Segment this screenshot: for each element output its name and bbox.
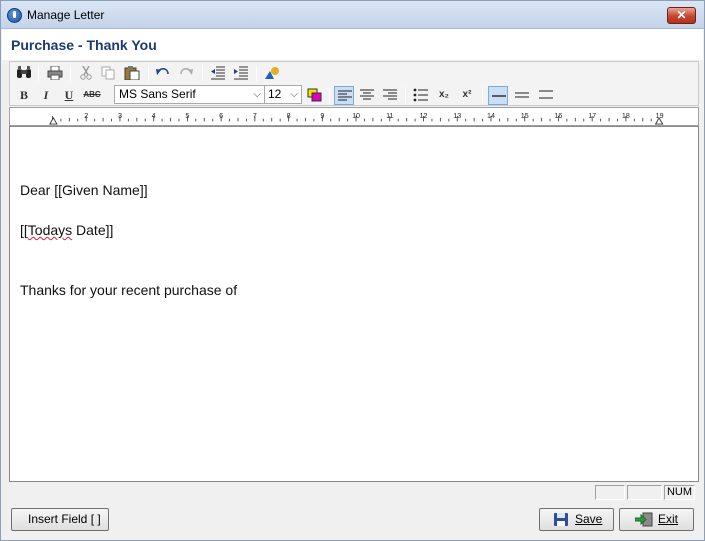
align-right-button[interactable] — [380, 86, 400, 105]
toolbar-separator — [482, 87, 483, 103]
body-line: Thanks for your recent purchase of — [20, 282, 238, 298]
ruler-number: 12 — [420, 112, 428, 120]
date-line: [[Todays Date]] — [20, 222, 113, 238]
status-bar: NUM — [9, 484, 699, 501]
num-lock-indicator: NUM — [664, 485, 695, 500]
toolbar-separator — [148, 65, 149, 81]
letter-editor[interactable]: Dear [[Given Name]] [[Todays Date]] Than… — [9, 126, 699, 482]
date-line-suffix: Date]] — [72, 222, 114, 238]
toolbar-separator — [202, 65, 203, 81]
toolbar-separator — [38, 65, 39, 81]
toolbar-separator — [405, 87, 406, 103]
ruler-number: 4 — [152, 112, 156, 120]
ruler-number: 8 — [287, 112, 291, 120]
ruler-number: 14 — [487, 112, 495, 120]
find-binoculars-icon[interactable] — [14, 64, 34, 83]
ruler-number: 17 — [588, 112, 596, 120]
decrease-indent-icon[interactable] — [208, 64, 228, 83]
insert-image-icon[interactable] — [262, 64, 282, 83]
italic-button[interactable]: I — [36, 86, 56, 105]
ruler-number: 5 — [185, 112, 189, 120]
align-center-button[interactable] — [357, 86, 377, 105]
header-area: Purchase - Thank You — [2, 29, 703, 60]
misspelled-word: Todays — [27, 222, 73, 238]
font-name-select[interactable]: MS Sans Serif ⌵ — [114, 85, 265, 104]
exit-door-icon — [634, 512, 653, 534]
ruler-number: 7 — [253, 112, 257, 120]
chevron-down-icon: ⌵ — [290, 89, 298, 100]
save-label: Save — [575, 512, 603, 526]
exit-button[interactable]: Exit — [619, 508, 694, 531]
greeting-line: Dear [[Given Name]] — [20, 182, 148, 198]
ruler-number: 13 — [453, 112, 461, 120]
insert-field-button[interactable]: Insert Field [ ] — [11, 508, 109, 531]
ruler-number: 9 — [320, 112, 324, 120]
bullet-list-icon[interactable] — [411, 86, 431, 105]
status-cell-empty-1 — [595, 485, 625, 500]
status-cell-empty-2 — [627, 485, 662, 500]
ruler-number: 15 — [521, 112, 529, 120]
exit-label: Exit — [658, 512, 679, 526]
toolbar-separator — [256, 65, 257, 81]
ruler-number: 10 — [352, 112, 360, 120]
undo-icon[interactable] — [153, 64, 173, 83]
copy-icon[interactable] — [98, 64, 118, 83]
save-button[interactable]: Save — [539, 508, 614, 531]
date-line-prefix: [[ — [20, 222, 28, 238]
cut-icon[interactable] — [76, 64, 96, 83]
redo-icon[interactable] — [176, 64, 196, 83]
font-name-value: MS Sans Serif — [119, 87, 196, 101]
color-picker-icon[interactable] — [305, 86, 325, 105]
align-left-button[interactable] — [334, 86, 354, 105]
ruler-number: 2 — [84, 112, 88, 120]
editor-toolbar: B I U ABC MS Sans Serif ⌵ 12 ⌵ x₂ x² — [9, 61, 699, 106]
double-spacing-button[interactable] — [536, 86, 556, 105]
insert-field-label: Insert Field [ ] — [28, 512, 101, 526]
increase-indent-icon[interactable] — [231, 64, 251, 83]
superscript-button[interactable]: x² — [457, 86, 477, 105]
toolbar-separator — [329, 87, 330, 103]
paste-icon[interactable] — [122, 64, 142, 83]
print-icon[interactable] — [45, 64, 65, 83]
floppy-disk-icon — [553, 512, 569, 534]
strikethrough-button[interactable]: ABC — [82, 86, 102, 105]
power-icon — [7, 8, 22, 23]
letter-title: Purchase - Thank You — [11, 37, 157, 53]
ruler-number: 18 — [622, 112, 630, 120]
single-line-spacing-button[interactable] — [488, 86, 508, 105]
close-button[interactable]: ✕ — [667, 7, 696, 24]
font-size-value: 12 — [268, 87, 282, 101]
ruler-number: 6 — [219, 112, 223, 120]
ruler[interactable]: 2 3 4 5 6 7 8 9 10 11 12 13 14 15 16 17 18 19 — [9, 107, 699, 126]
manage-letter-window: Manage Letter ✕ Purchase - Thank You B I… — [0, 0, 705, 541]
ruler-number: 11 — [386, 112, 393, 120]
bold-button[interactable]: B — [14, 86, 34, 105]
underline-button[interactable]: U — [59, 86, 79, 105]
chevron-down-icon: ⌵ — [253, 89, 261, 100]
toolbar-row-1 — [10, 62, 698, 84]
left-margin-marker[interactable] — [49, 116, 58, 125]
ruler-number: 3 — [118, 112, 122, 120]
ruler-number: 16 — [554, 112, 562, 120]
subscript-button[interactable]: x₂ — [434, 86, 454, 105]
toolbar-separator — [70, 65, 71, 81]
title-bar: Manage Letter ✕ — [1, 1, 704, 29]
one-and-half-spacing-button[interactable] — [512, 86, 532, 105]
window-title: Manage Letter — [27, 8, 105, 22]
font-size-select[interactable]: 12 ⌵ — [264, 85, 302, 104]
toolbar-row-2: B I U ABC MS Sans Serif ⌵ 12 ⌵ x₂ x² — [10, 84, 698, 106]
